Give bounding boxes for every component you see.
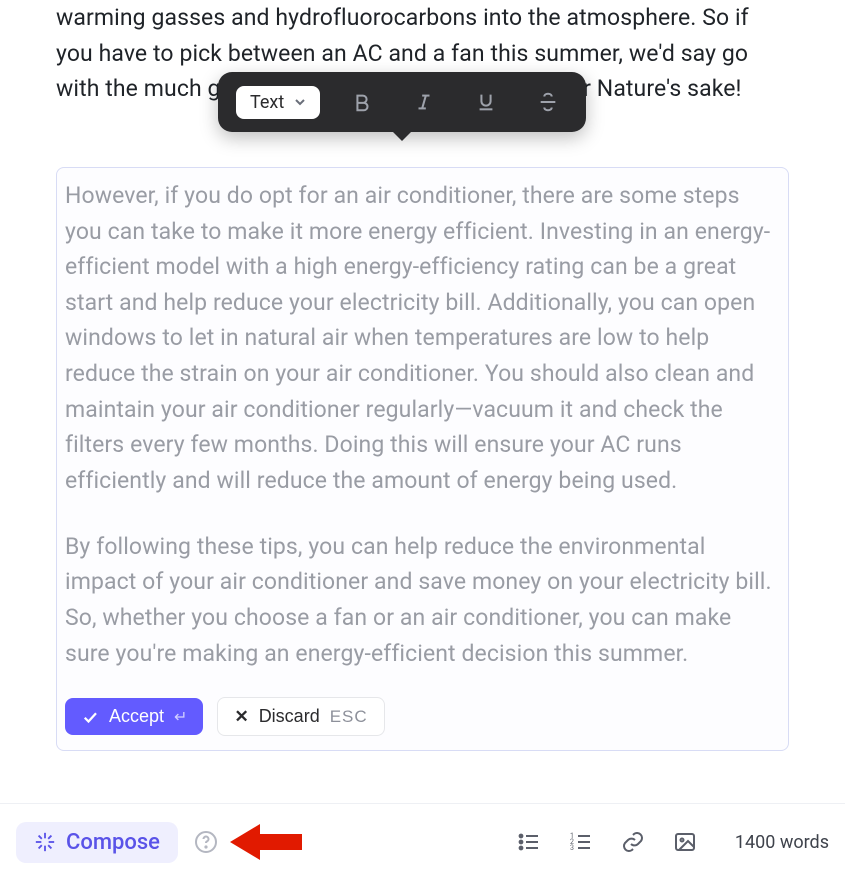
discard-button[interactable]: ✕ Discard ESC	[217, 697, 384, 736]
strikethrough-button[interactable]	[528, 82, 568, 122]
suggestion-actions: Accept ↵ ✕ Discard ESC	[65, 697, 780, 736]
strikethrough-icon	[537, 91, 559, 113]
text-style-label: Text	[250, 92, 284, 113]
close-icon: ✕	[234, 707, 248, 727]
italic-icon	[413, 91, 435, 113]
italic-button[interactable]	[404, 82, 444, 122]
bold-button[interactable]	[342, 82, 382, 122]
svg-text:3: 3	[570, 844, 574, 852]
bottom-toolbar: Compose 1 2 3 1400 words	[0, 803, 845, 866]
word-count: 1400 words	[735, 832, 829, 853]
help-icon[interactable]	[194, 830, 218, 854]
ai-suggestion-box: However, if you do opt for an air condit…	[56, 167, 789, 751]
accept-label: Accept	[109, 706, 164, 727]
discard-label: Discard	[259, 706, 320, 727]
bold-icon	[351, 91, 373, 113]
image-icon[interactable]	[673, 830, 697, 854]
numbered-list-icon[interactable]: 1 2 3	[569, 830, 593, 854]
annotation-arrow	[230, 818, 302, 866]
suggestion-paragraph: However, if you do opt for an air condit…	[65, 178, 780, 499]
underline-button[interactable]	[466, 82, 506, 122]
chevron-down-icon	[294, 96, 306, 108]
compose-label: Compose	[66, 830, 160, 855]
bullet-list-icon[interactable]	[517, 830, 541, 854]
link-icon[interactable]	[621, 830, 645, 854]
underline-icon	[475, 91, 497, 113]
floating-format-toolbar: Text	[218, 72, 586, 132]
return-key-icon: ↵	[174, 707, 187, 727]
accept-button[interactable]: Accept ↵	[65, 698, 203, 735]
suggestion-paragraph: By following these tips, you can help re…	[65, 529, 780, 672]
sparkle-icon	[34, 831, 56, 853]
esc-key-hint: ESC	[330, 707, 368, 727]
text-style-dropdown[interactable]: Text	[236, 86, 320, 119]
check-icon	[81, 708, 99, 726]
compose-button[interactable]: Compose	[16, 822, 178, 863]
bottom-tools-group: 1 2 3 1400 words	[517, 830, 829, 854]
